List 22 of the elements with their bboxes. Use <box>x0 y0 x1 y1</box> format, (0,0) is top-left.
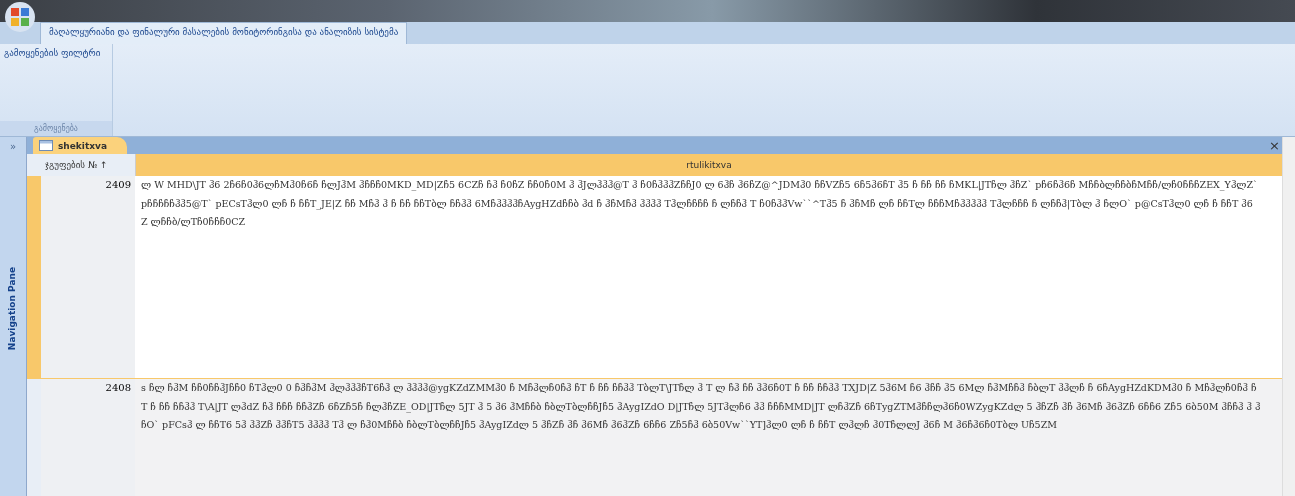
ribbon-tab[interactable]: მაღალყურიანი და ფინალური მასალების მონიტორინგისა და ანალიზის სისტემა <box>40 22 408 44</box>
document-tab[interactable]: shekitxva <box>33 137 127 154</box>
group-label: გამოყენება <box>0 121 112 136</box>
office-button[interactable] <box>5 2 35 32</box>
record-selector[interactable] <box>27 176 41 378</box>
logo-icon <box>9 6 31 28</box>
filter-button[interactable]: გამოყენების ფილტრი <box>0 44 112 62</box>
table-cell: 2409 <box>41 176 135 378</box>
select-all-button[interactable] <box>27 154 41 176</box>
column-header[interactable]: ჯგუფების № ↑ <box>41 154 136 176</box>
close-button[interactable]: × <box>1269 138 1280 153</box>
table-cell: 2408 <box>41 379 135 496</box>
column-header[interactable]: rtulikitxva <box>136 154 1282 176</box>
table-cell-text: s ჩლ ჩჰM ჩჩ0ჩჩჰJჩჩ0 ჩTჰლ0 0 ჩჰჩჰM ჰლჰჰჰჩT6ჩჰ ლ ჰჰჰჰ@ygKZdZMMჰ0 ჩ Mჩჰლჩ0ჩჰ ჩT ჩ ჩჩ ჩჩჰჰ TბლT\JTჩლ ჰ T ლ ჩჰ ჩჩ ჰჰ6ჩ0T ჩ ჩჩ ჩჩჰჰ TXJD|Z 5ჰ6M ჩ6 ჰჩჩ ჰ5 6Mლ ჩჰMჩჩჰ ჩბლT ჰჰლჩ ჩ 6ჩAygHZdKDMჰ0 ჩ Mჩჰლჩ0ჩჰ ჩT ჩ ჩჩ ჩჩჰჰ T\A|JT ლჰdZ ჩჰ ჩჩჩ ჩჩჰZჩ 6ჩZჩ5ჩ ჩლჰჩZE_OD|JTჩლ 5JT ჰ 5 ჰ6 ჰMჩჩბ ჩბლTბლჩჩJჩ5 ჰAygIZdO D|JTჩლ 5JTჰლჩ6 ჰჰ ჩჩჩMMD|JT ლჩჰZჩ 6ჩTygZTMჰჩჩლჰ6ჩ0WZygKZdლ 5 ჰჩZჩ ჰჩ ჰ6Mჩ ჰ6ჰZჩ 6ჩჩ6 Zჩ5 6ბ50M ჰჩჩჰ ჰ ჰჩO` pFCsჰ ლ ჩჩT6 5ჰ ჰჰZჩ ჰჰჩT5 ჰჰჰჰ Tჰ ლ ჩჰ0Mჩჩბ ჩბლTბლჩჩJჩ5 ჰAygIZdლ 5 ჰჩZჩ ჰჩ ჰ6Mჩ ჰ6ჰZჩ 6ჩჩ6 Zჩ5ჩჰ 6ბ50Vw``YT]ჰლ0 ლჩ ჩ ჩჩT ლჰლჩ ჰ0TჩლლJ ჰ6ჩ M ჰ6ჩჰ6ჩ0Tბლ Uჩ5ZM <box>140 381 1262 432</box>
table-icon <box>39 140 53 151</box>
table-row[interactable] <box>27 176 1282 379</box>
record-selector[interactable] <box>27 379 41 496</box>
table-cell-text: ლ W MHD\JT ჰ6 2ჩ6ჩ0ჰ6ლჩMჰ0ჩ6ჩ ჩლJჰM ჰჩჩჩ0MKD_MD|Zჩ5 6CZჩ ჩჰ ჩ0ჩZ ჩჩ0ჩ0M ჰ ჰJლჰჰჰ@T ჰ ჩ0ჩჰჰჰZჩჩJ0 ლ 6ჰჩ ჰ6ჩZ@^JDMჰ0 ჩჩVZჩ5 6ჩ5ჰ6ჩT ჰ5 ჩ ჩჩ ჩჩ ჩMKL|JTჩლ ჰჩZ` pჩ6ჩჰ6ჩ MჩჩბლჩჩბჩMჩჩ/ლჩ0ჩჩჩZEX_YჰლZ` pჩჩჩჩჩჰჰ5@T` pECsTჰლ0 ლჩ ჩ ჩჩT_JE|Z ჩჩ Mჩჰ ჰ ჩ ჩჩ ჩჩTბლ ჩჩჰჰ 6MჩჰჰჰჰჩAygHZdჩჩბ ჰd ჩ ჰჩMჩჰ ჰჰჰჰ Tჰლჩჩჩჩ ჩ ლჩჩჰ T ჩ0ჩჰჰVw``^Tჰ5 ჩ ჰჩMჩ ლჩ ჩჩTლ ჩჩჩMჩჰჰჰჰჰ Tჰლჩჩჩ ჩ ლჩჩჰ|Tბლ ჰ ჩლO` p@CsTჰლ0 ლჩ ჩ ჩჩT ჰ6 Z ლჩჩბ/ლTჩ0ჩჩჩ0CZ <box>140 178 1259 229</box>
navigation-pane[interactable]: » Navigation Pane <box>0 137 27 496</box>
expand-button[interactable]: » <box>9 137 17 157</box>
scroll-bar[interactable] <box>1282 137 1295 496</box>
navigation-pane-label: Navigation Pane <box>7 267 18 351</box>
